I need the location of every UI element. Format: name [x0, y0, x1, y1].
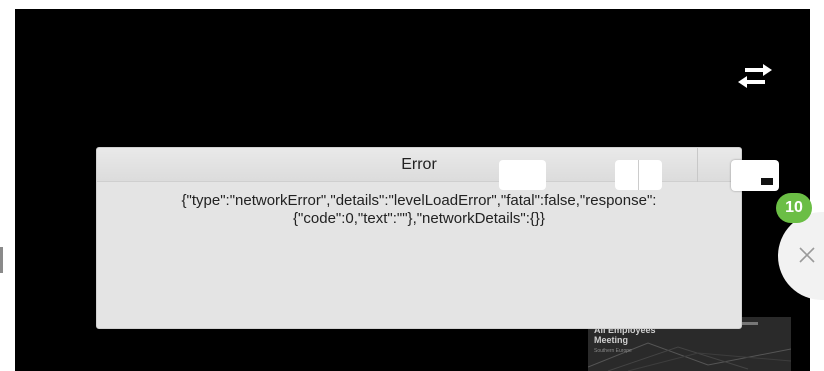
toolbar-divider [697, 148, 698, 182]
control-divider [638, 160, 639, 190]
swap-arrows-icon[interactable] [733, 60, 777, 94]
edge-handle [0, 247, 3, 273]
notification-count-badge: 10 [776, 193, 812, 223]
split-control-button[interactable] [615, 160, 662, 190]
page: All Employees Meeting Southern Europe Er… [0, 0, 824, 371]
left-margin [0, 0, 15, 371]
minimize-button[interactable] [731, 160, 779, 191]
close-icon[interactable] [795, 243, 819, 267]
thumbnail-subtitle: Southern Europe [594, 348, 632, 354]
minimize-icon [761, 178, 773, 185]
control-button[interactable] [499, 160, 546, 190]
